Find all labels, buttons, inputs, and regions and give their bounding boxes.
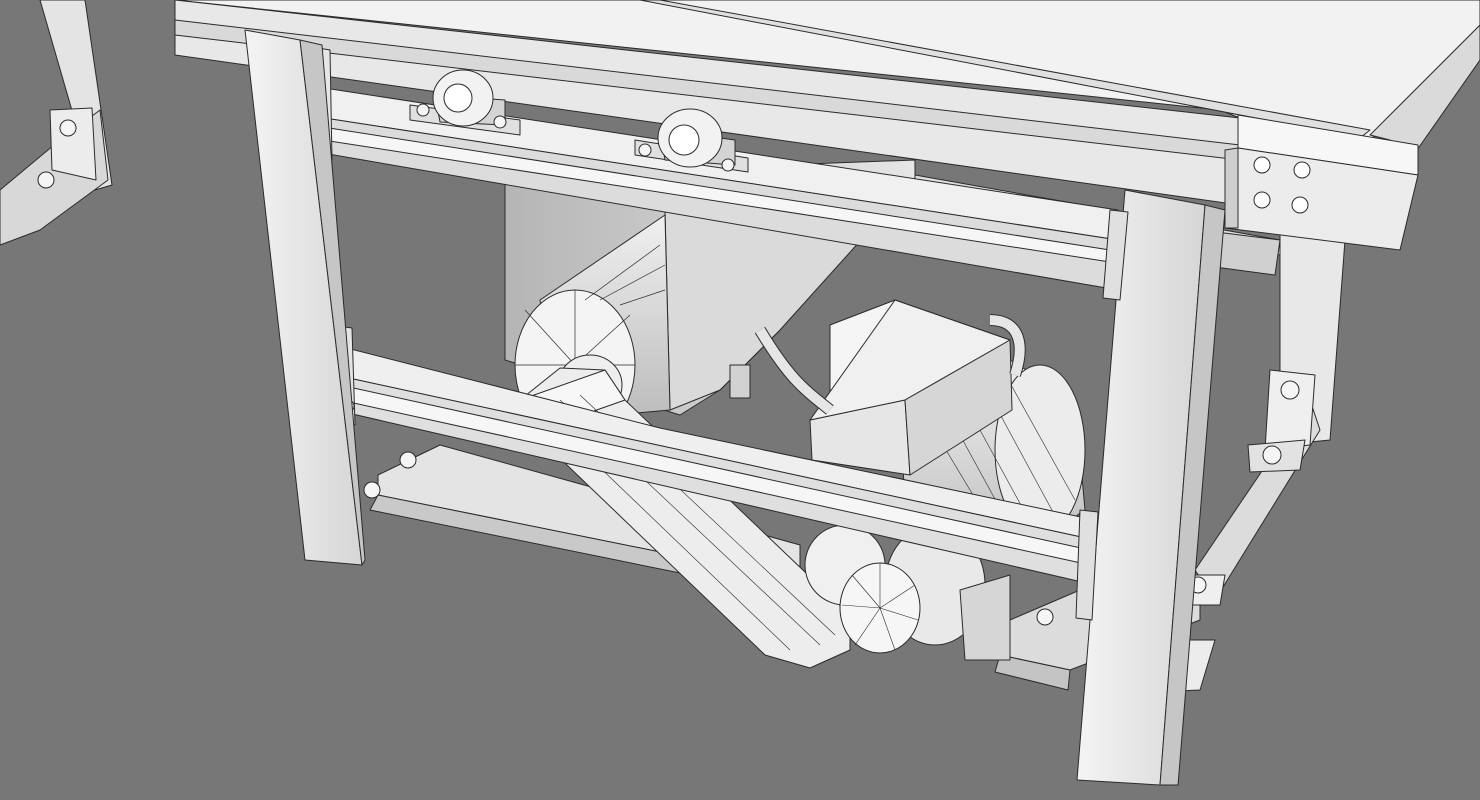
far-left-leg: [0, 0, 113, 246]
table-saw-wireframe-render: [0, 0, 1480, 786]
